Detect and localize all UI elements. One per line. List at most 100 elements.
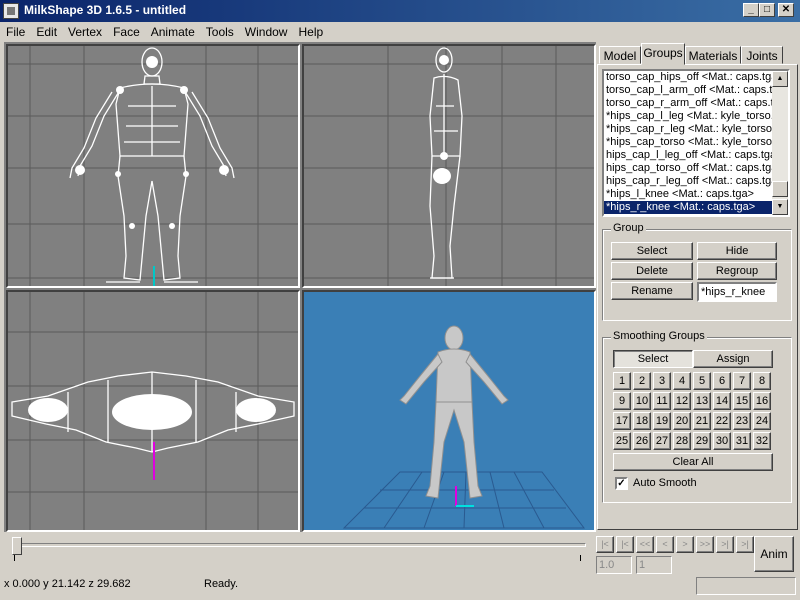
smoothing-group-9-button[interactable]: 9 (613, 392, 631, 410)
smoothing-group-24-button[interactable]: 24 (753, 412, 771, 430)
smoothing-group-14-button[interactable]: 14 (713, 392, 731, 410)
smoothing-group-3-button[interactable]: 3 (653, 372, 671, 390)
status-panel (696, 577, 796, 595)
smoothing-group-29-button[interactable]: 29 (693, 432, 711, 450)
scroll-up-icon[interactable]: ▲ (772, 71, 788, 87)
coordinates-readout: x 0.000 y 21.142 z 29.682 (4, 578, 131, 590)
hide-button[interactable]: Hide (697, 242, 777, 260)
top-viewport[interactable] (6, 290, 300, 532)
frame-input[interactable]: 1.0 (596, 556, 632, 574)
next-key-button[interactable]: >| (716, 536, 734, 553)
smoothing-group-23-button[interactable]: 23 (733, 412, 751, 430)
tab-model[interactable]: Model (599, 46, 641, 64)
group-select-button[interactable]: Select (611, 242, 693, 260)
smoothing-group-5-button[interactable]: 5 (693, 372, 711, 390)
next-frame-button[interactable]: > (676, 536, 694, 553)
delete-button[interactable]: Delete (611, 262, 693, 280)
menu-file[interactable]: File (0, 22, 30, 42)
auto-smooth-checkbox[interactable]: ✓ (615, 477, 628, 490)
tab-materials[interactable]: Materials (685, 46, 741, 64)
group-name-input[interactable]: *hips_r_knee (697, 282, 777, 302)
rename-button[interactable]: Rename (611, 282, 693, 300)
front-viewport[interactable] (6, 44, 300, 288)
menu-bar: File Edit Vertex Face Animate Tools Window Help (0, 22, 800, 42)
smoothing-groups-label: Smoothing Groups (611, 330, 707, 342)
smoothing-group-22-button[interactable]: 22 (713, 412, 731, 430)
tab-groups[interactable]: Groups (641, 43, 685, 65)
list-item[interactable]: *hips_cap_torso <Mat.: kyle_torso.tga> (604, 136, 772, 149)
smoothing-group-31-button[interactable]: 31 (733, 432, 751, 450)
smoothing-group-30-button[interactable]: 30 (713, 432, 731, 450)
smoothing-group-6-button[interactable]: 6 (713, 372, 731, 390)
list-item[interactable]: *hips_cap_r_leg <Mat.: kyle_torso.tga> (604, 123, 772, 136)
smoothing-group-26-button[interactable]: 26 (633, 432, 651, 450)
smoothing-assign-button[interactable]: Assign (693, 350, 773, 368)
frame-total-input[interactable]: 1 (636, 556, 672, 574)
timeline-slider-thumb[interactable] (12, 537, 22, 555)
side-viewport[interactable] (302, 44, 596, 288)
smoothing-group-12-button[interactable]: 12 (673, 392, 691, 410)
smoothing-group-13-button[interactable]: 13 (693, 392, 711, 410)
anim-button[interactable]: Anim (754, 536, 794, 572)
smoothing-group-2-button[interactable]: 2 (633, 372, 651, 390)
list-item[interactable]: torso_cap_r_arm_off <Mat.: caps.tga> (604, 97, 772, 110)
last-frame-button[interactable]: >| (736, 536, 754, 553)
clear-all-button[interactable]: Clear All (613, 453, 773, 471)
scroll-down-icon[interactable]: ▼ (772, 199, 788, 215)
smoothing-group-32-button[interactable]: 32 (753, 432, 771, 450)
smoothing-group-25-button[interactable]: 25 (613, 432, 631, 450)
smoothing-group-8-button[interactable]: 8 (753, 372, 771, 390)
checkmark-icon: ✓ (617, 478, 626, 489)
list-item[interactable]: *hips_l_knee <Mat.: caps.tga> (604, 188, 772, 201)
perspective-viewport[interactable] (302, 290, 596, 532)
smoothing-group-28-button[interactable]: 28 (673, 432, 691, 450)
close-button[interactable]: ✕ (778, 3, 794, 17)
smoothing-group-10-button[interactable]: 10 (633, 392, 651, 410)
smoothing-group-1-button[interactable]: 1 (613, 372, 631, 390)
list-item[interactable]: *hips_cap_l_leg <Mat.: kyle_torso.tga> (604, 110, 772, 123)
timeline-track[interactable] (14, 543, 586, 547)
menu-face[interactable]: Face (107, 22, 145, 42)
menu-tools[interactable]: Tools (200, 22, 239, 42)
list-item[interactable]: torso_cap_hips_off <Mat.: caps.tga> (604, 71, 772, 84)
smoothing-group-21-button[interactable]: 21 (693, 412, 711, 430)
list-item[interactable]: hips_cap_torso_off <Mat.: caps.tga> (604, 162, 772, 175)
prev-frame-button[interactable]: < (656, 536, 674, 553)
smoothing-group-11-button[interactable]: 11 (653, 392, 671, 410)
menu-edit[interactable]: Edit (30, 22, 62, 42)
timeline (4, 533, 592, 575)
group-box-label: Group (611, 222, 646, 234)
smoothing-group-4-button[interactable]: 4 (673, 372, 691, 390)
regroup-button[interactable]: Regroup (697, 262, 777, 280)
maximize-button[interactable]: □ (759, 3, 775, 17)
menu-vertex[interactable]: Vertex (62, 22, 107, 42)
scroll-thumb[interactable] (772, 181, 788, 197)
list-item-selected[interactable]: *hips_r_knee <Mat.: caps.tga> (604, 201, 772, 214)
list-item[interactable]: hips_cap_l_leg_off <Mat.: caps.tga> (604, 149, 772, 162)
smoothing-group-27-button[interactable]: 27 (653, 432, 671, 450)
list-item[interactable]: torso_cap_l_arm_off <Mat.: caps.tga> (604, 84, 772, 97)
list-item[interactable]: hips_cap_r_leg_off <Mat.: caps.tga> (604, 175, 772, 188)
smoothing-group-17-button[interactable]: 17 (613, 412, 631, 430)
smoothing-group-7-button[interactable]: 7 (733, 372, 751, 390)
menu-help[interactable]: Help (292, 22, 328, 42)
status-message: Ready. (204, 578, 239, 590)
tab-joints[interactable]: Joints (741, 46, 783, 64)
smoothing-group-19-button[interactable]: 19 (653, 412, 671, 430)
smoothing-select-button[interactable]: Select (613, 350, 693, 368)
window-title: MilkShape 3D 1.6.5 - untitled (24, 3, 187, 17)
smoothing-group-15-button[interactable]: 15 (733, 392, 751, 410)
smoothing-group-16-button[interactable]: 16 (753, 392, 771, 410)
auto-smooth-label: Auto Smooth (633, 477, 697, 489)
list-scrollbar[interactable]: ▲ ▼ (772, 71, 788, 215)
prev-key-button[interactable]: |< (616, 536, 634, 553)
first-frame-button[interactable]: |< (596, 536, 614, 553)
smoothing-group-20-button[interactable]: 20 (673, 412, 691, 430)
minimize-button[interactable]: _ (743, 3, 759, 17)
smoothing-group-18-button[interactable]: 18 (633, 412, 651, 430)
menu-animate[interactable]: Animate (145, 22, 200, 42)
groups-list[interactable]: torso_cap_hips_off <Mat.: caps.tga> tors… (602, 69, 790, 217)
menu-window[interactable]: Window (239, 22, 293, 42)
fast-forward-button[interactable]: >> (696, 536, 714, 553)
rewind-button[interactable]: << (636, 536, 654, 553)
